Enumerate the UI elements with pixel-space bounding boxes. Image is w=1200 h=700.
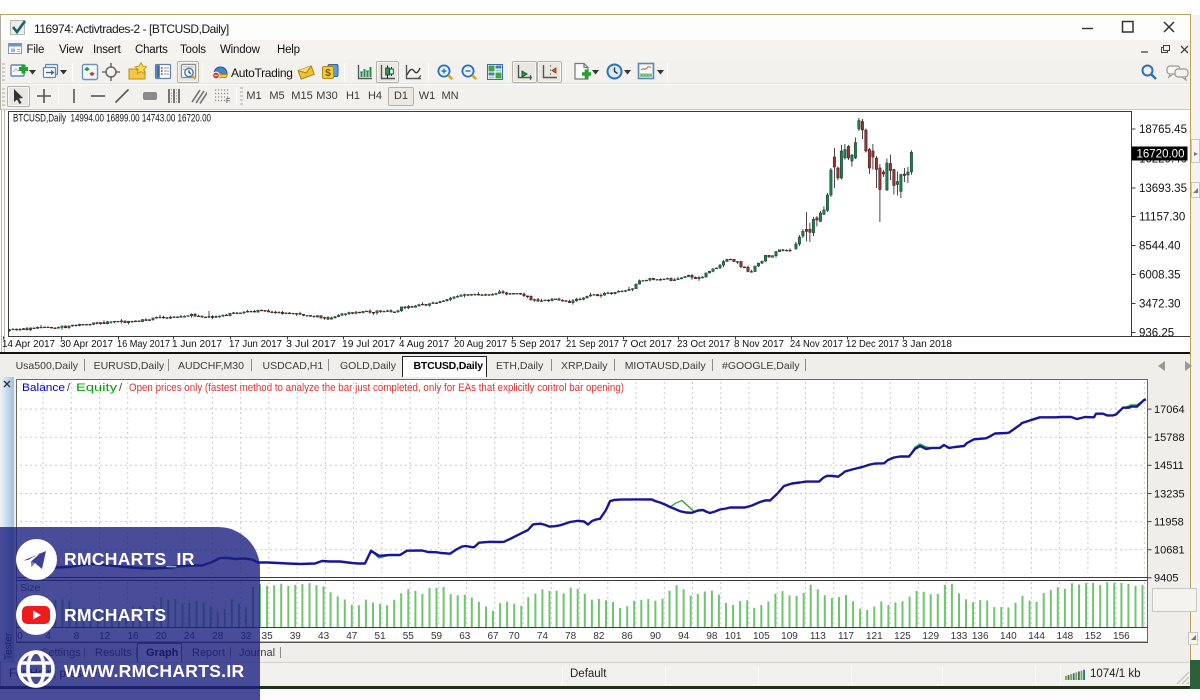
svg-text:156: 156 bbox=[1113, 631, 1130, 642]
svg-text:Equity: Equity bbox=[76, 382, 118, 394]
svg-text:Open prices only (fastest meth: Open prices only (fastest method to anal… bbox=[129, 382, 624, 394]
svg-text:59: 59 bbox=[431, 631, 443, 642]
svg-text:82: 82 bbox=[593, 631, 605, 642]
svg-text:121: 121 bbox=[866, 631, 883, 642]
svg-text:129: 129 bbox=[922, 631, 939, 642]
svg-text:/: / bbox=[67, 382, 70, 394]
svg-text:86: 86 bbox=[622, 631, 634, 642]
svg-text:55: 55 bbox=[403, 631, 415, 642]
svg-text:101: 101 bbox=[725, 631, 742, 642]
svg-text:F: F bbox=[226, 98, 230, 105]
svg-text:67: 67 bbox=[487, 631, 499, 642]
svg-text:39: 39 bbox=[290, 631, 302, 642]
svg-text:/: / bbox=[119, 382, 122, 394]
svg-text:152: 152 bbox=[1085, 631, 1102, 642]
svg-text:19 Jul 2017: 19 Jul 2017 bbox=[342, 338, 395, 350]
svg-text:9405: 9405 bbox=[1154, 573, 1178, 585]
svg-text:14 Apr 2017: 14 Apr 2017 bbox=[2, 338, 55, 350]
svg-text:30 Apr 2017: 30 Apr 2017 bbox=[60, 338, 113, 350]
svg-text:136: 136 bbox=[972, 631, 989, 642]
svg-text:105: 105 bbox=[753, 631, 770, 642]
svg-text:Balance: Balance bbox=[22, 382, 65, 394]
svg-text:140: 140 bbox=[1000, 631, 1017, 642]
svg-text:43: 43 bbox=[318, 631, 330, 642]
svg-text:936.25: 936.25 bbox=[1139, 327, 1174, 339]
svg-text:8 Nov 2017: 8 Nov 2017 bbox=[734, 338, 784, 350]
svg-text:24 Nov 2017: 24 Nov 2017 bbox=[790, 338, 843, 350]
svg-text:17 Jun 2017: 17 Jun 2017 bbox=[229, 338, 282, 350]
svg-text:BTCUSD,Daily 14994.00 16899.0: BTCUSD,Daily 14994.00 16899.00 14743.00 … bbox=[13, 113, 211, 125]
svg-text:16 May 2017: 16 May 2017 bbox=[117, 338, 170, 350]
svg-text:1 Jun 2017: 1 Jun 2017 bbox=[172, 338, 222, 350]
svg-text:63: 63 bbox=[459, 631, 471, 642]
svg-text:17064: 17064 bbox=[1154, 404, 1185, 416]
svg-text:4 Aug 2017: 4 Aug 2017 bbox=[399, 338, 449, 350]
svg-text:$: $ bbox=[325, 68, 331, 79]
svg-text:70: 70 bbox=[509, 631, 521, 642]
svg-text:20 Aug 2017: 20 Aug 2017 bbox=[454, 338, 507, 350]
svg-text:18765.45: 18765.45 bbox=[1139, 124, 1187, 136]
svg-text:98: 98 bbox=[706, 631, 718, 642]
svg-text:3 Jan 2018: 3 Jan 2018 bbox=[902, 338, 952, 350]
svg-text:117: 117 bbox=[838, 631, 854, 642]
svg-text:51: 51 bbox=[375, 631, 387, 642]
svg-text:14511: 14511 bbox=[1154, 460, 1184, 472]
svg-text:15788: 15788 bbox=[1154, 432, 1185, 444]
svg-text:11958: 11958 bbox=[1154, 516, 1184, 528]
svg-text:16720.00: 16720.00 bbox=[1137, 149, 1185, 161]
svg-text:35: 35 bbox=[262, 631, 274, 642]
svg-text:3472.30: 3472.30 bbox=[1139, 298, 1181, 310]
svg-text:133: 133 bbox=[951, 631, 968, 642]
svg-text:78: 78 bbox=[565, 631, 577, 642]
svg-text:6008.35: 6008.35 bbox=[1139, 269, 1181, 281]
svg-text:74: 74 bbox=[537, 631, 549, 642]
svg-text:23 Oct 2017: 23 Oct 2017 bbox=[677, 338, 730, 350]
svg-text:47: 47 bbox=[346, 631, 358, 642]
svg-text:94: 94 bbox=[678, 631, 690, 642]
svg-text:5 Sep 2017: 5 Sep 2017 bbox=[511, 338, 561, 350]
svg-text:10681: 10681 bbox=[1154, 545, 1185, 557]
svg-text:7 Oct 2017: 7 Oct 2017 bbox=[622, 338, 672, 350]
svg-text:8544.40: 8544.40 bbox=[1139, 240, 1181, 252]
svg-text:12 Dec 2017: 12 Dec 2017 bbox=[846, 338, 899, 350]
svg-text:13235: 13235 bbox=[1154, 488, 1185, 500]
svg-text:148: 148 bbox=[1057, 631, 1074, 642]
svg-text:3 Jul 2017: 3 Jul 2017 bbox=[286, 338, 336, 350]
svg-text:125: 125 bbox=[894, 631, 911, 642]
svg-text:144: 144 bbox=[1028, 631, 1045, 642]
svg-text:13693.35: 13693.35 bbox=[1139, 183, 1187, 195]
svg-text:109: 109 bbox=[781, 631, 798, 642]
svg-text:90: 90 bbox=[650, 631, 662, 642]
svg-text:11157.30: 11157.30 bbox=[1139, 211, 1185, 223]
svg-text:21 Sep 2017: 21 Sep 2017 bbox=[566, 338, 619, 350]
svg-text:113: 113 bbox=[810, 631, 826, 642]
